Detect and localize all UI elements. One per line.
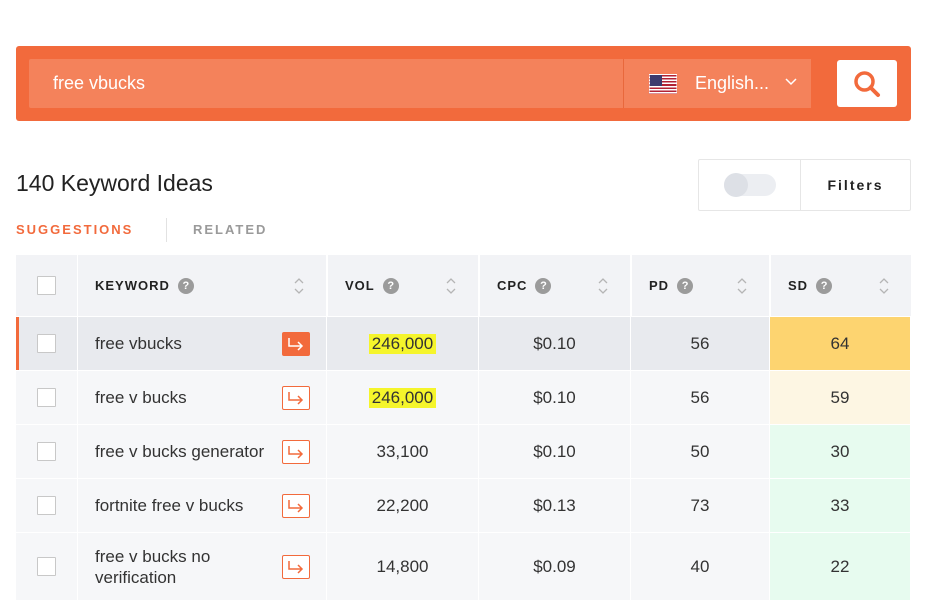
sort-icon[interactable] (879, 277, 889, 295)
cpc-value: $0.09 (533, 556, 576, 576)
question-mark-icon[interactable]: ? (535, 277, 552, 294)
sort-icon[interactable] (598, 277, 608, 295)
question-mark-icon[interactable]: ? (816, 277, 833, 294)
sd-value: 22 (830, 556, 850, 576)
column-keyword[interactable]: KEYWORD ? (78, 255, 327, 316)
search-input[interactable] (29, 59, 623, 108)
column-cpc[interactable]: CPC ? (479, 255, 631, 316)
row-checkbox[interactable] (37, 442, 56, 461)
question-mark-icon[interactable]: ? (677, 277, 694, 294)
volume-value: 22,200 (376, 495, 429, 515)
select-all-checkbox[interactable] (37, 276, 56, 295)
column-pd[interactable]: PD ? (631, 255, 770, 316)
language-label: English... (695, 73, 770, 93)
sort-icon[interactable] (737, 277, 747, 295)
row-checkbox[interactable] (37, 334, 56, 353)
cpc-value: $0.10 (533, 333, 576, 353)
sd-value: 33 (830, 495, 850, 515)
table-row[interactable]: free v bucks 246,000 $0.10 56 59 (16, 371, 911, 425)
row-checkbox[interactable] (37, 557, 56, 576)
search-button[interactable] (837, 60, 897, 107)
column-label: VOL (345, 278, 375, 293)
search-bar: English... (16, 46, 911, 121)
tab-related[interactable]: RELATED (193, 222, 267, 237)
table-row[interactable]: free vbucks 246,000 $0.10 56 64 (16, 317, 911, 371)
filters-button[interactable]: Filters (801, 160, 910, 210)
keyword-text[interactable]: free v bucks no verification (95, 546, 282, 588)
cpc-value: $0.10 (533, 387, 576, 407)
sort-icon[interactable] (446, 277, 456, 295)
volume-value: 246,000 (368, 333, 437, 354)
filters-panel: Filters (698, 159, 911, 211)
search-icon (854, 70, 880, 97)
question-mark-icon[interactable]: ? (177, 277, 194, 294)
question-mark-icon[interactable]: ? (382, 277, 399, 294)
toggle-container (699, 160, 801, 210)
sd-value: 64 (830, 333, 850, 353)
cpc-value: $0.13 (533, 495, 576, 515)
column-label: SD (788, 278, 809, 293)
sd-value: 59 (830, 387, 850, 407)
pd-value: 50 (690, 441, 710, 461)
sd-value: 30 (830, 441, 850, 461)
keyword-text[interactable]: free vbucks (95, 333, 182, 354)
keyword-table: KEYWORD ? VOL ? CPC ? PD ? SD ? free vbu… (16, 255, 911, 601)
column-label: PD (649, 278, 670, 293)
keyword-text[interactable]: free v bucks generator (95, 441, 264, 462)
keyword-text[interactable]: fortnite free v bucks (95, 495, 243, 516)
row-checkbox[interactable] (37, 388, 56, 407)
arrow-right-icon[interactable] (282, 493, 310, 518)
column-vol[interactable]: VOL ? (327, 255, 479, 316)
volume-value: 33,100 (376, 441, 429, 461)
sort-icon[interactable] (294, 277, 304, 295)
pd-value: 56 (690, 387, 710, 407)
arrow-right-icon[interactable] (282, 331, 310, 356)
language-select[interactable]: English... (623, 59, 811, 108)
arrow-right-icon[interactable] (282, 439, 310, 464)
column-label: KEYWORD (95, 278, 170, 293)
cpc-value: $0.10 (533, 441, 576, 461)
column-sd[interactable]: SD ? (770, 255, 911, 316)
arrow-right-icon[interactable] (282, 554, 310, 579)
table-body: free vbucks 246,000 $0.10 56 64 free v b… (16, 317, 911, 601)
pd-value: 73 (690, 495, 710, 515)
keyword-text[interactable]: free v bucks (95, 387, 187, 408)
view-toggle[interactable] (723, 173, 776, 197)
chevron-down-icon (785, 78, 797, 86)
volume-value: 246,000 (368, 387, 437, 408)
column-label: CPC (497, 278, 528, 293)
table-row[interactable]: fortnite free v bucks 22,200 $0.13 73 33 (16, 479, 911, 533)
us-flag-icon (649, 73, 677, 94)
keyword-ideas-title: 140 Keyword Ideas (16, 170, 213, 196)
volume-value: 14,800 (376, 556, 429, 576)
table-header: KEYWORD ? VOL ? CPC ? PD ? SD ? (16, 255, 911, 317)
table-row[interactable]: free v bucks generator 33,100 $0.10 50 3… (16, 425, 911, 479)
row-checkbox[interactable] (37, 496, 56, 515)
table-row[interactable]: free v bucks no verification 14,800 $0.0… (16, 533, 911, 601)
pd-value: 40 (690, 556, 710, 576)
tab-divider (166, 218, 167, 242)
pd-value: 56 (690, 333, 710, 353)
arrow-right-icon[interactable] (282, 385, 310, 410)
tab-suggestions[interactable]: SUGGESTIONS (16, 222, 133, 237)
